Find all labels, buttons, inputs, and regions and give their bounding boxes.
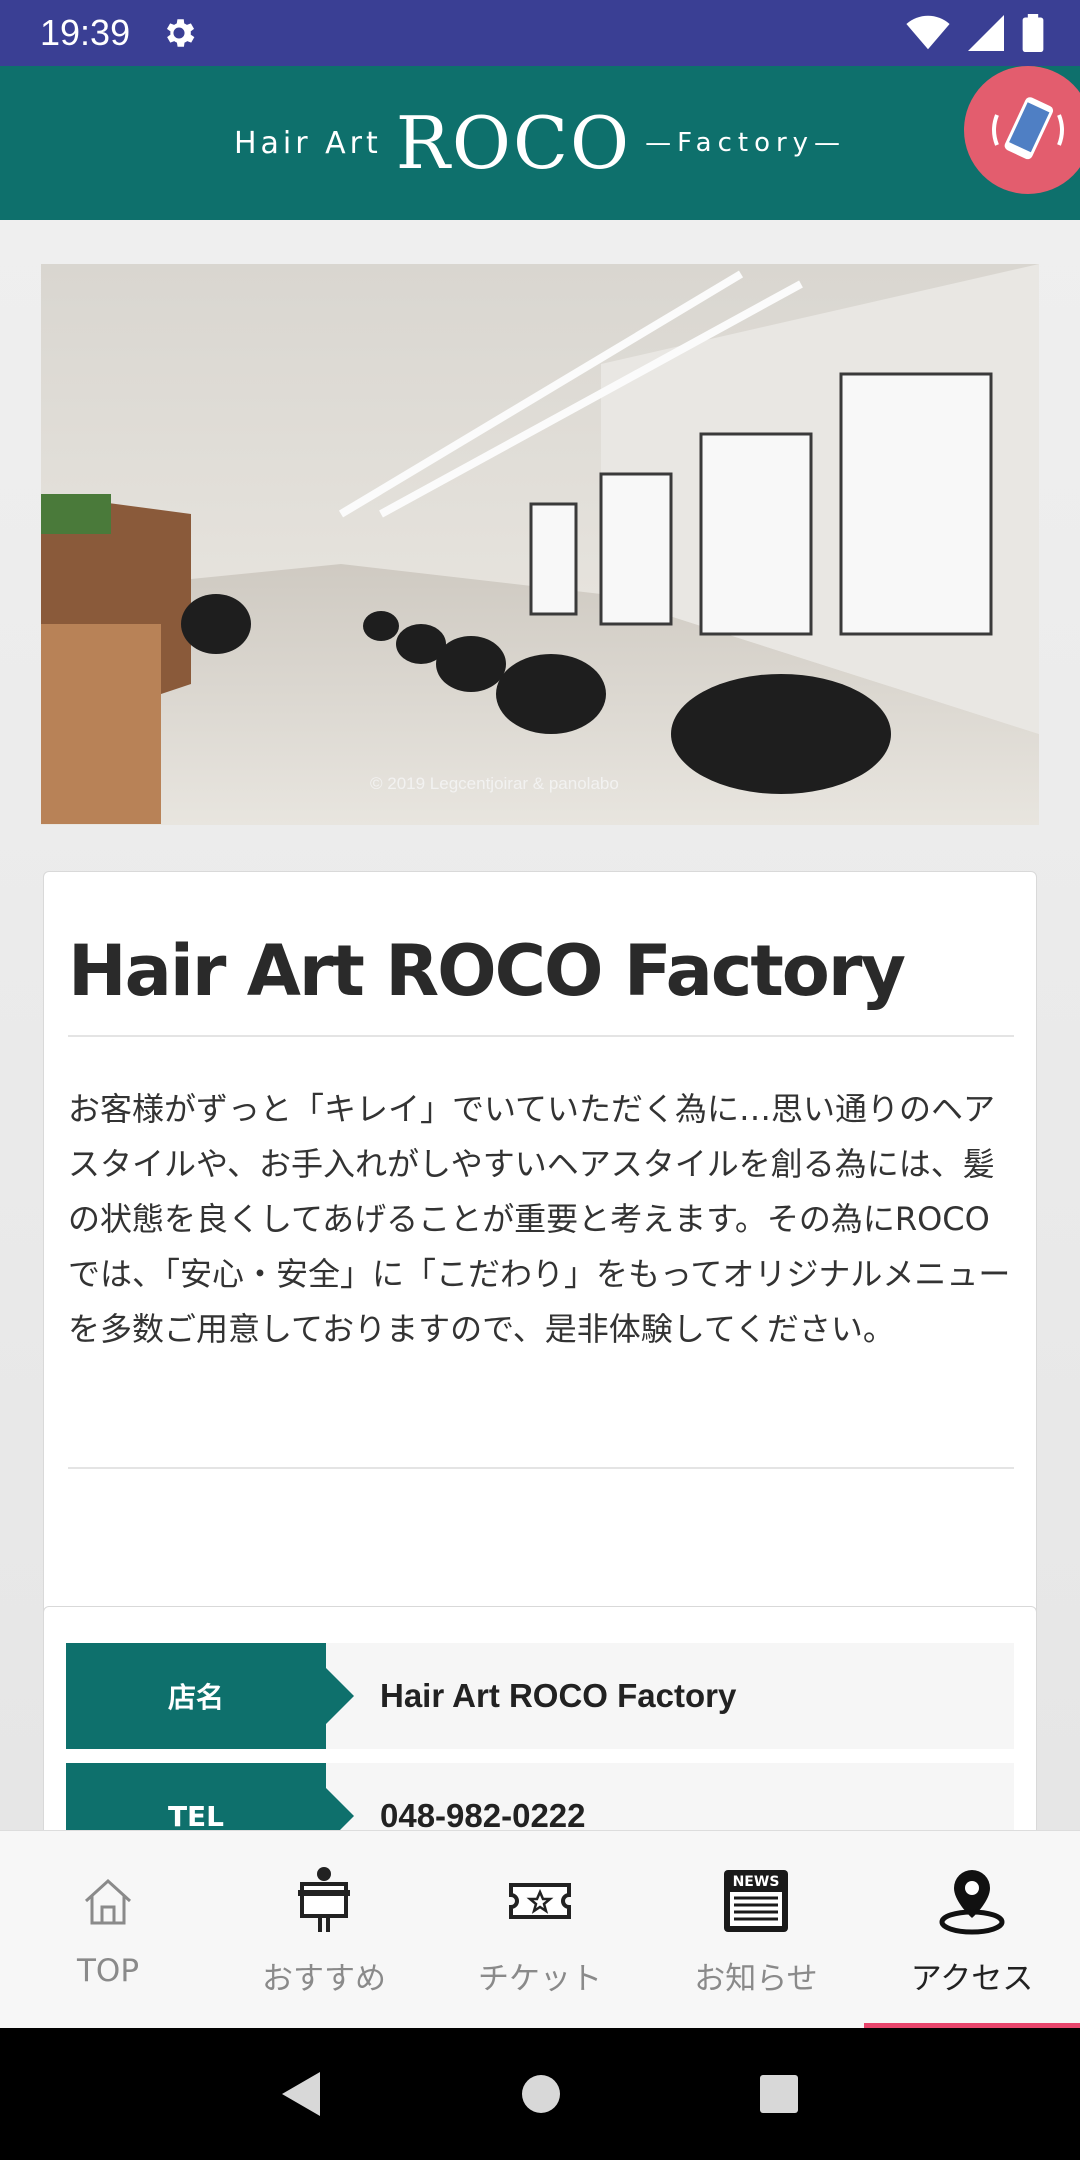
tab-access[interactable]: アクセス xyxy=(864,1831,1080,2029)
content-area[interactable]: © 2019 Legcentjoirar & panolabo Hair Art… xyxy=(0,220,1080,1830)
logo-factory: —Factory— xyxy=(645,128,847,158)
phone-ringing-icon xyxy=(992,97,1064,160)
info-label: 店名 xyxy=(66,1643,354,1749)
tab-news[interactable]: NEWS お知らせ xyxy=(648,1831,864,2029)
tab-top[interactable]: TOP xyxy=(0,1831,216,2029)
shop-title: Hair Art ROCO Factory xyxy=(68,930,906,1012)
system-navigation-bar xyxy=(0,2028,1080,2160)
tab-ticket[interactable]: チケット xyxy=(432,1831,648,2029)
tab-label: アクセス xyxy=(910,1961,1034,1997)
shop-info-card: 店名 Hair Art ROCO Factory TEL 048-982-022… xyxy=(43,1606,1037,1830)
bottom-tab-bar: TOP おすすめ チケット NEWS お知らせ アクセス xyxy=(0,1830,1080,2029)
map-pin-icon xyxy=(939,1870,1005,1935)
wifi-icon xyxy=(906,15,950,50)
news-icon: NEWS xyxy=(724,1870,788,1932)
tab-recommend[interactable]: おすすめ xyxy=(216,1831,432,2029)
call-button[interactable] xyxy=(964,66,1080,194)
info-value: Hair Art ROCO Factory xyxy=(326,1643,1014,1749)
tab-label: おすすめ xyxy=(262,1961,386,1997)
home-circle-icon[interactable] xyxy=(520,2073,562,2115)
settings-gear-icon xyxy=(167,19,195,47)
status-time: 19:39 xyxy=(40,12,131,53)
back-icon[interactable] xyxy=(280,2070,324,2118)
roco-logo: Hair Art ROCO —Factory— xyxy=(234,101,846,185)
description-divider xyxy=(68,1467,1014,1469)
app-header: Hair Art ROCO —Factory— xyxy=(0,66,1080,220)
tab-label: チケット xyxy=(478,1961,602,1997)
tab-label: お知らせ xyxy=(694,1961,818,1997)
svg-text:NEWS: NEWS xyxy=(733,1874,780,1890)
home-icon xyxy=(84,1878,132,1925)
ticket-icon xyxy=(509,1883,571,1919)
shop-description: お客様がずっと「キレイ」でいていただく為に…思い通りのヘアスタイルや、お手入れが… xyxy=(68,1090,1011,1348)
info-label: TEL xyxy=(66,1763,354,1830)
cellular-signal-icon xyxy=(968,15,1004,51)
title-divider xyxy=(68,1035,1014,1037)
tab-label: TOP xyxy=(76,1953,140,1989)
salon-interior-photo xyxy=(41,264,1039,825)
battery-icon xyxy=(1022,14,1044,52)
photo-credit: © 2019 Legcentjoirar & panolabo xyxy=(370,774,619,793)
logo-roco: ROCO xyxy=(395,101,632,185)
signboard-icon xyxy=(298,1867,350,1932)
phone-number-link[interactable]: 048-982-0222 xyxy=(326,1763,1014,1830)
info-row-name: 店名 Hair Art ROCO Factory xyxy=(66,1643,1014,1749)
status-bar: 19:39 xyxy=(0,0,1080,66)
info-row-tel[interactable]: TEL 048-982-0222 xyxy=(66,1763,1014,1830)
logo-hair-art: Hair Art xyxy=(233,125,382,161)
recents-square-icon[interactable] xyxy=(758,2073,800,2115)
